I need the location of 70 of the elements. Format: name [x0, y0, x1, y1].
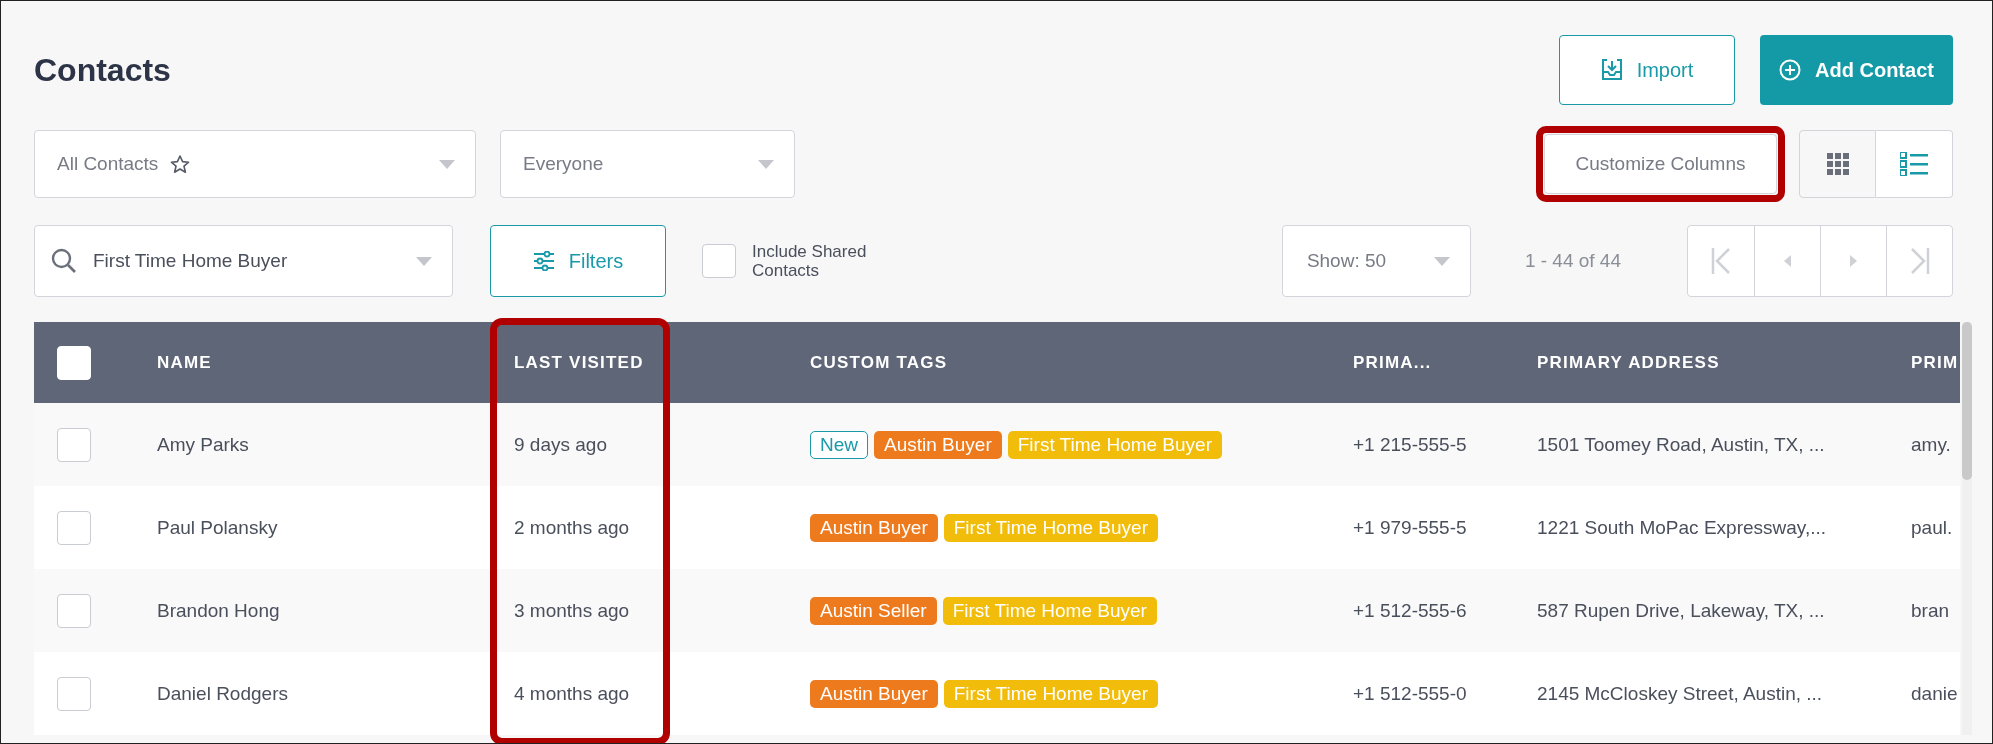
grid-view-button[interactable] [1799, 130, 1876, 198]
filters-button[interactable]: Filters [490, 225, 666, 297]
address-cell: 587 Rupen Drive, Lakeway, TX, ... [1537, 599, 1825, 621]
email-cell: bran [1911, 599, 1950, 621]
include-shared-checkbox[interactable] [702, 244, 736, 278]
email-cell: paul. [1911, 516, 1953, 538]
add-contact-button[interactable]: Add Contact [1760, 35, 1953, 105]
tag: First Time Home Buyer [943, 679, 1158, 708]
caret-icon [1433, 256, 1450, 266]
scrollbar[interactable] [1962, 322, 1972, 735]
email-cell: amy. [1911, 433, 1951, 455]
star-icon [170, 154, 191, 174]
tag: Austin Buyer [810, 679, 938, 708]
column-header[interactable]: NAME [157, 352, 212, 372]
range-text: 1 - 44 of 44 [1524, 250, 1621, 272]
tag: Austin Buyer [874, 430, 1002, 459]
column-header[interactable]: PRIMARY ADDRESS [1537, 352, 1720, 372]
tag: Austin Seller [810, 596, 937, 625]
column-header[interactable]: PRIM [1911, 352, 1959, 372]
last-page-icon [1909, 248, 1930, 274]
caret-icon [416, 256, 432, 266]
select-all-checkbox[interactable] [57, 345, 91, 380]
owner-dropdown[interactable]: Everyone [500, 130, 795, 198]
tag: First Time Home Buyer [942, 596, 1157, 625]
email-cell: danie [1911, 682, 1958, 704]
last-visited-cell: 2 months ago [514, 516, 630, 538]
caret-icon [758, 159, 774, 169]
grid-icon [1826, 153, 1849, 175]
next-icon [1850, 255, 1857, 267]
phone-cell: +1 512-555-6 [1353, 599, 1467, 621]
first-page-icon [1711, 248, 1731, 274]
last-visited-cell: 4 months ago [514, 682, 630, 704]
import-button[interactable]: Import [1559, 35, 1735, 105]
column-header[interactable]: CUSTOM TAGS [810, 352, 948, 372]
last-visited-cell: 9 days ago [514, 433, 607, 455]
previous-icon [1784, 255, 1791, 267]
list-icon [1900, 152, 1928, 176]
column-header[interactable]: LAST VISITED [514, 352, 644, 372]
tag: Austin Buyer [810, 513, 938, 542]
address-cell: 1501 Toomey Road, Austin, TX, ... [1537, 433, 1825, 455]
row-checkbox[interactable] [57, 593, 91, 628]
contact-name[interactable]: Paul Polansky [157, 516, 278, 538]
sliders-icon [532, 251, 555, 271]
search-field[interactable]: First Time Home Buyer [34, 225, 453, 297]
phone-cell: +1 215-555-5 [1353, 433, 1467, 455]
page-size-dropdown[interactable]: Show: 50 [1281, 225, 1471, 297]
list-view-button[interactable] [1876, 130, 1953, 198]
import-icon [1600, 59, 1623, 81]
list-dropdown[interactable]: All Contacts [34, 130, 476, 198]
contact-name[interactable]: Amy Parks [157, 433, 249, 455]
page-title: Contacts [34, 51, 172, 89]
tag: First Time Home Buyer [1007, 430, 1222, 459]
search-icon [51, 248, 77, 274]
phone-cell: +1 979-555-5 [1353, 516, 1467, 538]
plus-circle-icon [1779, 59, 1802, 81]
phone-cell: +1 512-555-0 [1353, 682, 1467, 704]
row-checkbox[interactable] [57, 427, 91, 462]
contact-name[interactable]: Daniel Rodgers [157, 682, 288, 704]
row-checkbox[interactable] [57, 676, 91, 711]
column-header[interactable]: PRIMA... [1353, 352, 1432, 372]
tag: New [810, 430, 868, 459]
customize-columns-button[interactable]: Customize Columns [1544, 134, 1777, 194]
last-visited-cell: 3 months ago [514, 599, 630, 621]
address-cell: 2145 McCloskey Street, Austin, ... [1537, 682, 1823, 704]
address-cell: 1221 South MoPac Expressway,... [1537, 516, 1827, 538]
tag: First Time Home Buyer [943, 513, 1158, 542]
contact-name[interactable]: Brandon Hong [157, 599, 280, 621]
include-shared-label: Include Shared Contacts [752, 242, 868, 280]
row-checkbox[interactable] [57, 510, 91, 545]
caret-icon [439, 159, 455, 169]
